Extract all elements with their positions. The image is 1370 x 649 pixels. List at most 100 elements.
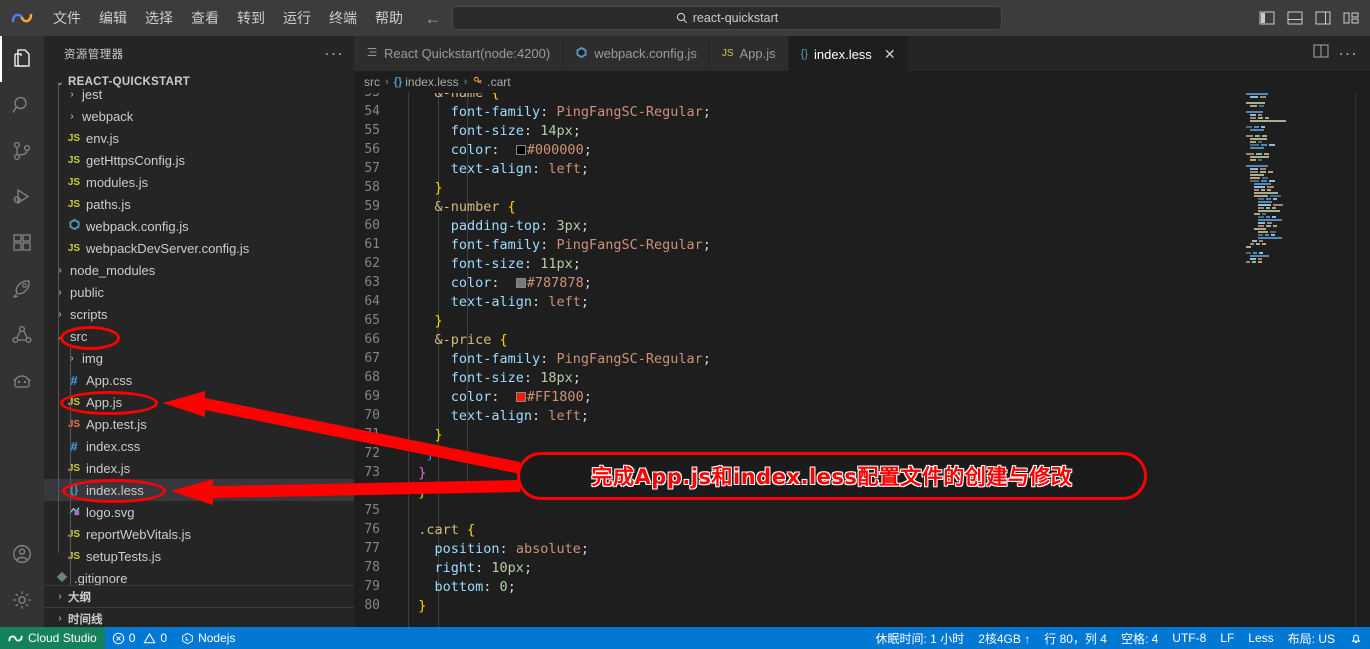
activity-run-and-debug[interactable]	[0, 174, 44, 220]
line-number: 54	[364, 104, 380, 119]
code-text: font-family: PingFangSC-Regular;	[402, 104, 711, 120]
activity-extensions[interactable]	[0, 220, 44, 266]
tab-index-less[interactable]: {} index.less ✕	[788, 36, 909, 71]
status-bar: Cloud Studio 0 0 Nodejs 休眠时间: 1 小时 2核4GB …	[0, 627, 1370, 649]
activity-settings[interactable]	[0, 577, 44, 623]
tree-row-public[interactable]: › public	[44, 281, 354, 303]
minimap-segment	[1252, 240, 1257, 242]
status-language-mode[interactable]: Less	[1241, 627, 1280, 649]
status-encoding[interactable]: UTF-8	[1165, 627, 1213, 649]
tree-row-scripts[interactable]: › scripts	[44, 303, 354, 325]
status-keyboard-layout[interactable]: 布局: US	[1281, 627, 1342, 649]
menu-item-5[interactable]: 运行	[274, 6, 320, 30]
status-cloud-studio-label: Cloud Studio	[28, 631, 97, 645]
tab-label: index.less	[814, 46, 872, 62]
line-number: 67	[364, 351, 380, 366]
menu-item-3[interactable]: 查看	[182, 6, 228, 30]
code-token: absolute	[515, 540, 581, 557]
tab-app-js[interactable]: JS App.js	[709, 36, 789, 71]
code-line: 57 text-align: left;	[354, 159, 1370, 178]
menu-item-7[interactable]: 帮助	[366, 6, 412, 30]
toggle-primary-sidebar-icon[interactable]	[1254, 5, 1280, 31]
tree-row-label: src	[70, 328, 88, 344]
activity-share[interactable]	[0, 312, 44, 358]
status-runtime[interactable]: Nodejs	[174, 627, 242, 649]
tree-row-img[interactable]: › img	[44, 347, 354, 369]
tree-row-webpackdevserver-config-js[interactable]: JS webpackDevServer.config.js	[44, 237, 354, 259]
status-indentation[interactable]: 空格: 4	[1114, 627, 1165, 649]
breadcrumb-item-0[interactable]: src	[364, 75, 380, 89]
menu-item-2[interactable]: 选择	[136, 6, 182, 30]
tree-row-jest[interactable]: › jest	[44, 83, 354, 105]
tree-row-index-less[interactable]: {} index.less	[44, 479, 354, 501]
tree-row-node-modules[interactable]: › node_modules	[44, 259, 354, 281]
ellipsis-icon[interactable]: ···	[325, 46, 345, 61]
tree-row-gethttpsconfig-js[interactable]: JS getHttpsConfig.js	[44, 149, 354, 171]
status-problems[interactable]: 0 0	[105, 627, 174, 649]
line-number: 73	[364, 465, 380, 480]
tree-row--gitignore[interactable]: .gitignore	[44, 567, 354, 585]
activity-deploy[interactable]	[0, 266, 44, 312]
tree-row-logo-svg[interactable]: logo.svg	[44, 501, 354, 523]
tree-row-index-css[interactable]: # index.css	[44, 435, 354, 457]
sidebar-section-timeline[interactable]: › 时间线	[44, 607, 354, 629]
tree-row-index-js[interactable]: JS index.js	[44, 457, 354, 479]
minimap-line	[1240, 147, 1356, 149]
activity-ai-assistant[interactable]	[0, 358, 44, 404]
code-text: }	[402, 484, 426, 500]
tree-row-webpack-config-js[interactable]: webpack.config.js	[44, 215, 354, 237]
minimap[interactable]	[1240, 93, 1356, 629]
js-icon: JS	[721, 48, 734, 59]
customize-layout-icon[interactable]	[1338, 5, 1364, 31]
tree-row-src[interactable]: ⌄ src	[44, 325, 354, 347]
menu-item-6[interactable]: 终端	[320, 6, 366, 30]
minimap-segment	[1271, 216, 1276, 218]
minimap-segment	[1264, 117, 1270, 119]
breadcrumb-item-2[interactable]: .cart	[472, 75, 511, 90]
close-icon[interactable]: ✕	[884, 47, 896, 61]
tree-row-reportwebvitals-js[interactable]: JS reportWebVitals.js	[44, 523, 354, 545]
ellipsis-icon[interactable]: ···	[1339, 46, 1359, 61]
tree-row-setuptests-js[interactable]: JS setupTests.js	[44, 545, 354, 567]
tab-react-quickstart-node-4200-[interactable]: React Quickstart(node:4200)	[354, 36, 564, 71]
activity-source-control[interactable]	[0, 128, 44, 174]
breadcrumb-separator: ›	[385, 76, 389, 88]
tree-row-modules-js[interactable]: JS modules.js	[44, 171, 354, 193]
menu-item-0[interactable]: 文件	[44, 6, 90, 30]
split-editor-icon[interactable]	[1313, 44, 1329, 63]
activity-accounts[interactable]	[0, 531, 44, 577]
code-line: 60 padding-top: 3px;	[354, 216, 1370, 235]
toggle-panel-icon[interactable]	[1282, 5, 1308, 31]
sidebar-section-outline[interactable]: › 大纲	[44, 585, 354, 607]
tab-webpack-config-js[interactable]: webpack.config.js	[563, 36, 710, 71]
tree-row-app-js[interactable]: JS App.js	[44, 391, 354, 413]
status-cloud-studio[interactable]: Cloud Studio	[0, 627, 105, 649]
status-sleep-time[interactable]: 休眠时间: 1 小时	[869, 627, 972, 649]
status-machine-spec[interactable]: 2核4GB ↑	[971, 627, 1037, 649]
status-eol[interactable]: LF	[1213, 627, 1241, 649]
line-number: 74	[364, 484, 380, 499]
status-notifications[interactable]	[1342, 627, 1370, 649]
tree-row-app-css[interactable]: # App.css	[44, 369, 354, 391]
tree-row-webpack[interactable]: › webpack	[44, 105, 354, 127]
menu-item-4[interactable]: 转到	[228, 6, 274, 30]
activity-explorer[interactable]	[0, 36, 44, 82]
file-tree[interactable]: › jest › webpack JS env.js JS getHttpsConfig.js…	[44, 83, 354, 585]
tree-row-app-test-js[interactable]: JS App.test.js	[44, 413, 354, 435]
minimap-segment	[1258, 114, 1263, 116]
code-token: :	[540, 217, 557, 234]
status-cursor-position[interactable]: 行 80，列 4	[1037, 627, 1114, 649]
extensions-icon	[13, 234, 31, 251]
minimap-line	[1240, 207, 1356, 209]
code-line: 56 color: #000000;	[354, 140, 1370, 159]
tree-row-paths-js[interactable]: JS paths.js	[44, 193, 354, 215]
search-input[interactable]: react-quickstart	[452, 6, 1002, 30]
toggle-secondary-sidebar-icon[interactable]	[1310, 5, 1336, 31]
code-editor[interactable]: 53 &-name {54 font-family: PingFangSC-Re…	[354, 93, 1370, 629]
breadcrumb-item-1[interactable]: {} index.less	[394, 75, 459, 89]
menu-item-1[interactable]: 编辑	[90, 6, 136, 30]
activity-search[interactable]	[0, 82, 44, 128]
arrow-left-icon[interactable]: ←	[424, 10, 442, 27]
code-text: right: 10px;	[402, 560, 533, 576]
tree-row-env-js[interactable]: JS env.js	[44, 127, 354, 149]
